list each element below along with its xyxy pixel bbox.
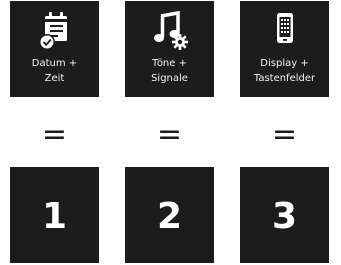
number-key-label: 3 <box>271 196 298 237</box>
number-key-2[interactable]: 2 <box>125 167 214 263</box>
music-note-gear-icon <box>151 10 189 52</box>
number-key-label: 1 <box>41 196 68 237</box>
number-key-label: 2 <box>156 196 183 237</box>
menu-tile-label: Datum + Zeit <box>31 58 78 84</box>
calendar-clock-icon <box>36 10 74 52</box>
phone-keypad-icon <box>266 10 304 52</box>
menu-tile-date-time[interactable]: Datum + Zeit <box>10 1 99 97</box>
menu-tile-label: Töne + Signale <box>151 58 188 84</box>
menu-tile-display-keypad[interactable]: Display + Tastenfelder <box>240 1 329 97</box>
equals-sign: = <box>156 117 183 152</box>
number-key-3[interactable]: 3 <box>240 167 329 263</box>
equals-sign: = <box>41 117 68 152</box>
equals-sign: = <box>271 117 298 152</box>
number-key-1[interactable]: 1 <box>10 167 99 263</box>
menu-tile-label: Display + Tastenfelder <box>253 58 316 84</box>
menu-tile-tones-signals[interactable]: Töne + Signale <box>125 1 214 97</box>
